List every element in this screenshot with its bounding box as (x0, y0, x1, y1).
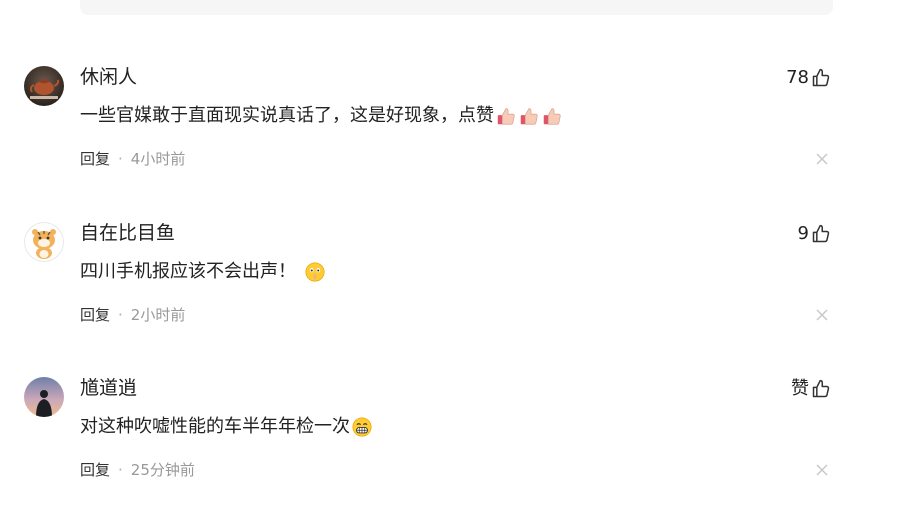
teapot-avatar-image (24, 66, 64, 106)
avatar[interactable] (24, 66, 64, 106)
like-count: 78 (786, 67, 809, 88)
like-button[interactable]: 9 (798, 222, 831, 246)
thumbs-up-icon (812, 379, 830, 398)
comment-meta: 回复 · 4小时前 (80, 149, 185, 169)
tiger-cartoon-avatar-image (24, 222, 64, 262)
timestamp: 25分钟前 (130, 461, 195, 479)
comment-item: 休闲人 78 一些官媒敢于直面现实说真话了，这是好现象，点赞 回复 · 4小时前 (0, 66, 921, 196)
previous-content-card (80, 0, 833, 15)
thumbs-up-icon (812, 224, 830, 243)
separator-dot: · (118, 150, 123, 168)
thumbs-up-emoji (497, 108, 515, 125)
username[interactable]: 休闲人 (80, 65, 137, 89)
like-button[interactable]: 78 (786, 66, 831, 90)
sunset-silhouette-avatar-image (24, 377, 64, 417)
close-icon[interactable] (815, 152, 829, 166)
username[interactable]: 馗道逍 (80, 376, 137, 400)
like-button[interactable]: 赞 (791, 377, 831, 401)
shushing-face-emoji (305, 262, 325, 282)
close-icon[interactable] (815, 463, 829, 477)
username[interactable]: 自在比目鱼 (80, 221, 175, 245)
reply-button[interactable]: 回复 (80, 305, 110, 325)
comment-item: 馗道逍 赞 对这种吹嘘性能的车半年年检一次 回复 · 25分钟前 (0, 377, 921, 507)
like-label: 赞 (791, 378, 809, 399)
thumbs-up-icon (812, 68, 830, 87)
comment-text-content: 对这种吹嘘性能的车半年年检一次 (80, 416, 350, 437)
close-icon[interactable] (815, 308, 829, 322)
comment-text-content: 四川手机报应该不会出声！ (80, 261, 296, 282)
comment-meta: 回复 · 25分钟前 (80, 460, 195, 480)
thumbs-up-emoji (520, 108, 538, 125)
comment-meta: 回复 · 2小时前 (80, 305, 185, 325)
comment-text: 对这种吹嘘性能的车半年年检一次 (80, 414, 373, 440)
avatar[interactable] (24, 222, 64, 262)
reply-button[interactable]: 回复 (80, 149, 110, 169)
avatar[interactable] (24, 377, 64, 417)
timestamp: 2小时前 (130, 306, 186, 324)
timestamp: 4小时前 (130, 150, 186, 168)
comment-text-content: 一些官媒敢于直面现实说真话了，这是好现象，点赞 (80, 105, 494, 126)
like-count: 9 (797, 223, 809, 244)
separator-dot: · (118, 306, 123, 324)
separator-dot: · (118, 461, 123, 479)
grimacing-face-emoji (352, 417, 372, 437)
reply-button[interactable]: 回复 (80, 460, 110, 480)
comment-text: 四川手机报应该不会出声！ (80, 259, 326, 285)
comment-text: 一些官媒敢于直面现实说真话了，这是好现象，点赞 (80, 103, 563, 129)
thumbs-up-emoji (543, 108, 561, 125)
comment-item: 自在比目鱼 9 四川手机报应该不会出声！ 回复 · 2小时前 (0, 222, 921, 352)
